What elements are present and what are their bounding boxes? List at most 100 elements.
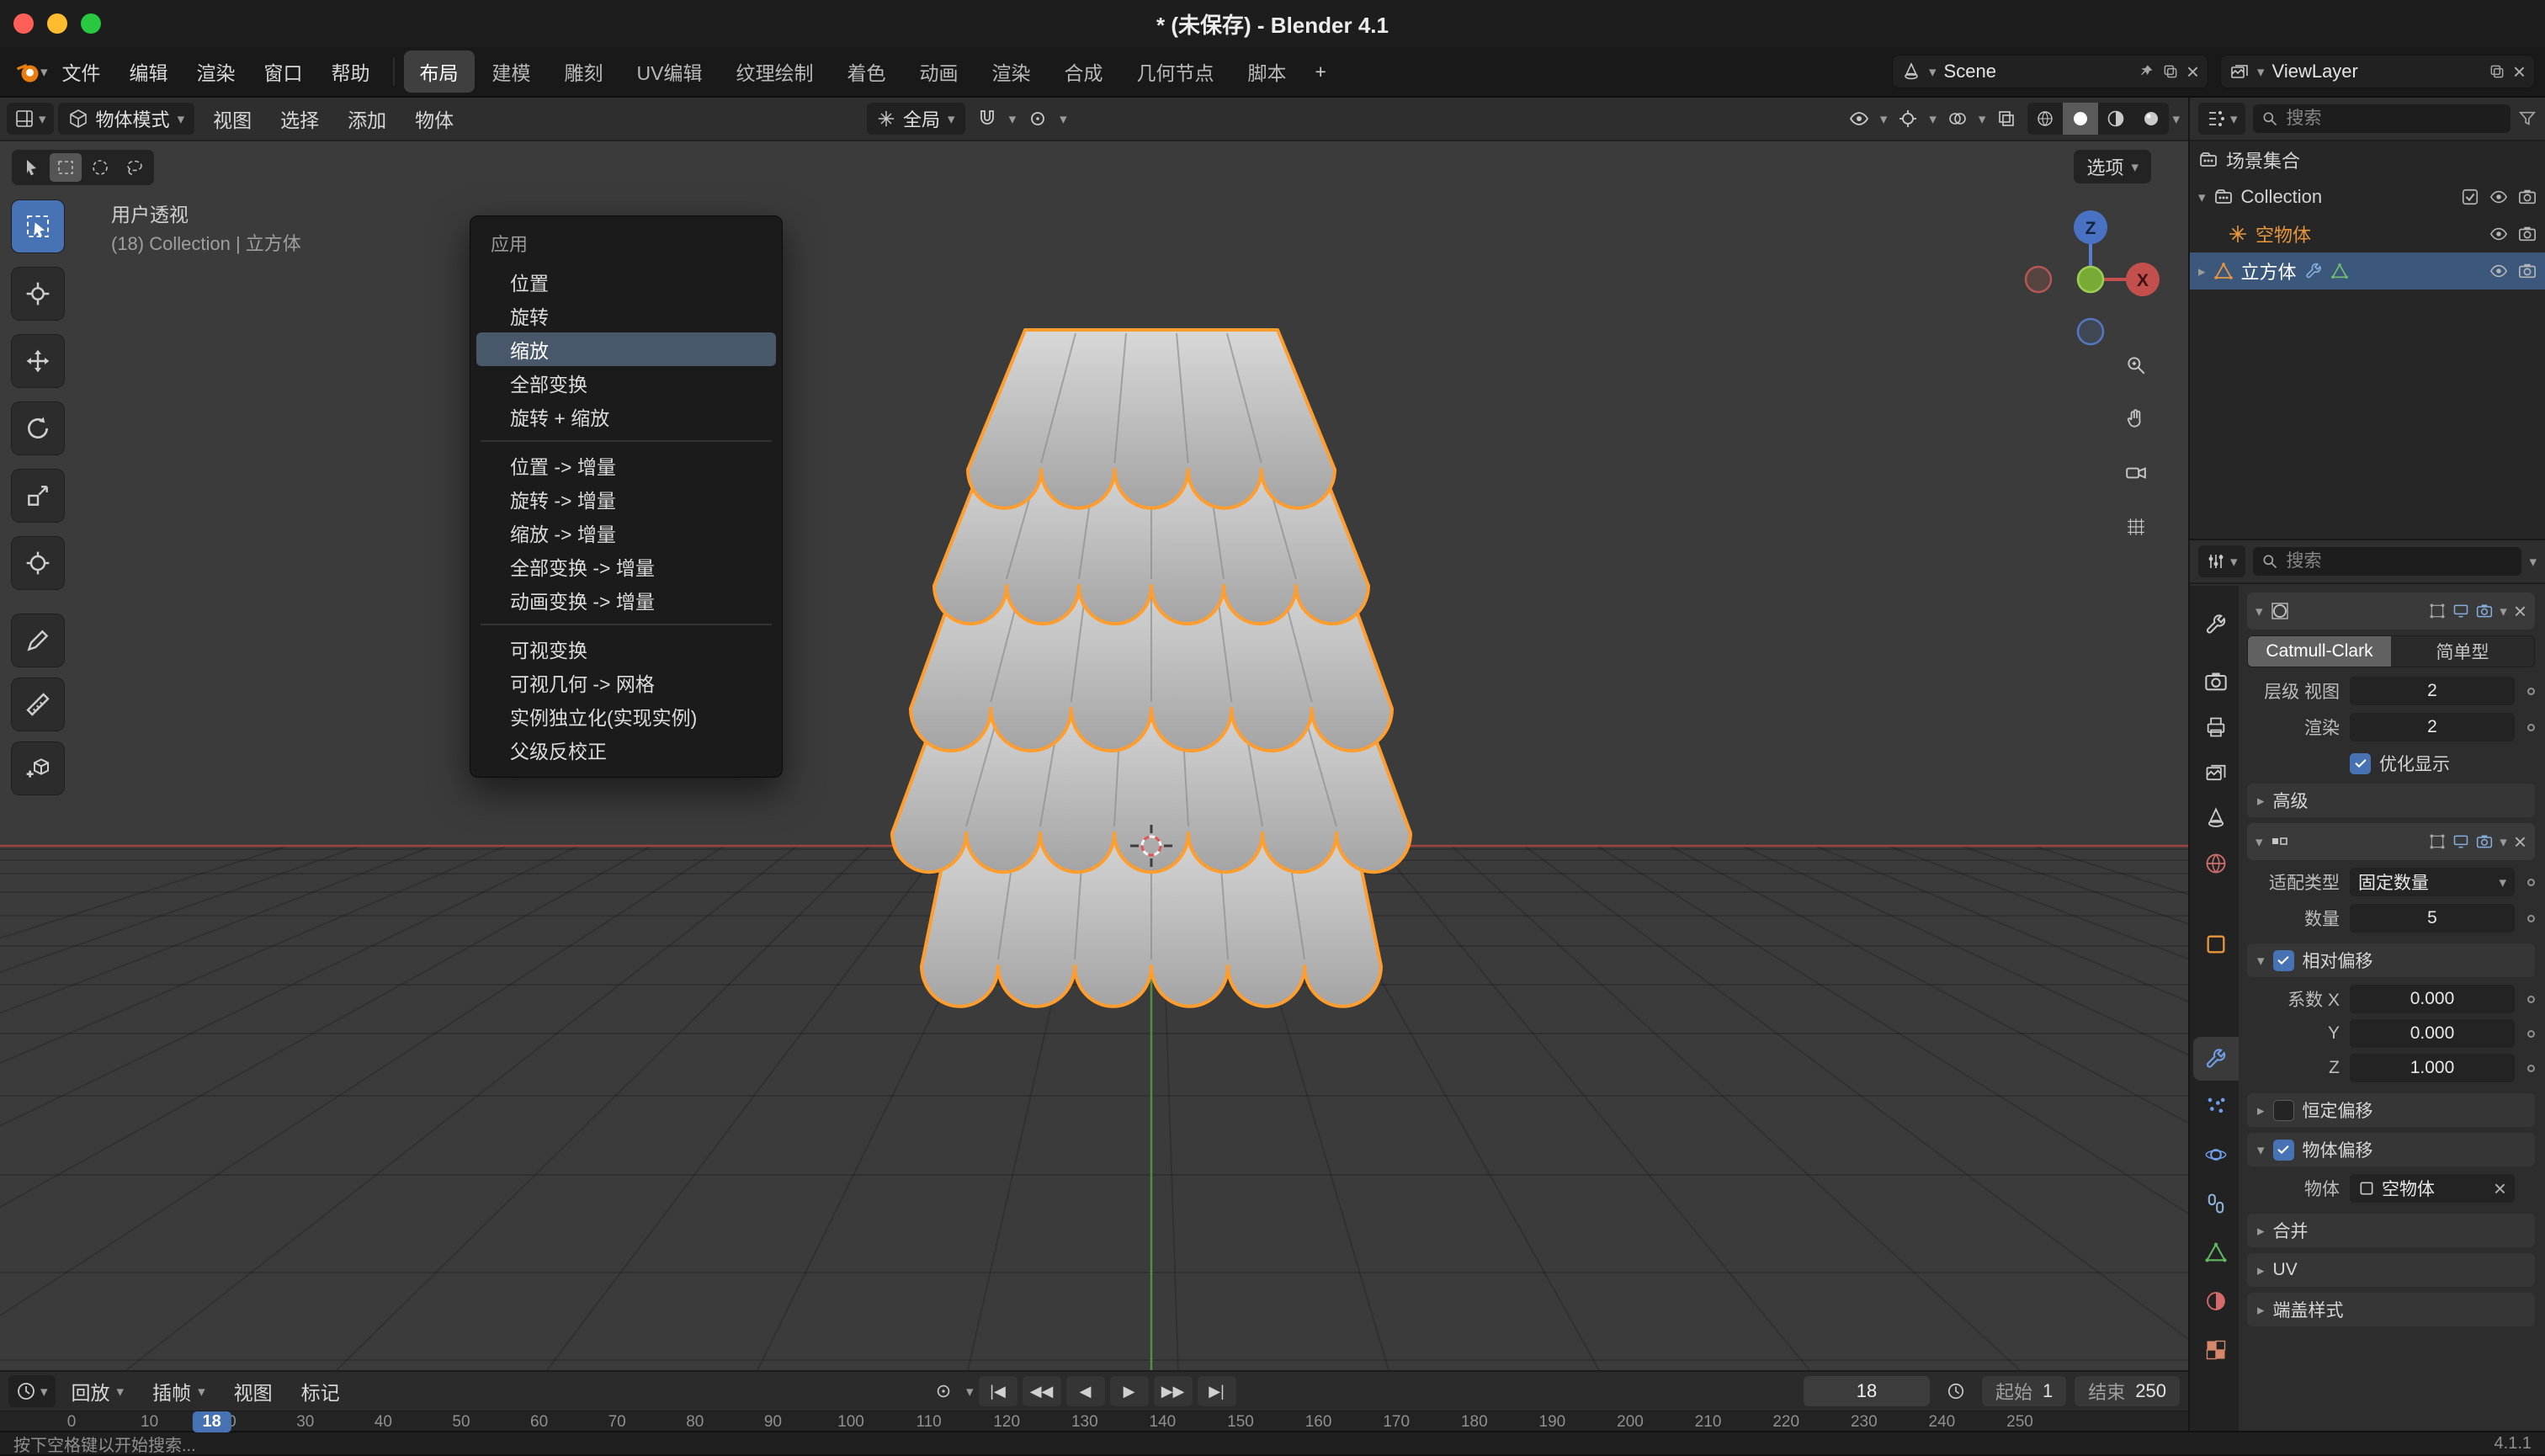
menubar-menu[interactable]: 帮助	[317, 57, 385, 86]
workspace-tab[interactable]: 建模	[476, 50, 547, 93]
properties-tab-render[interactable]	[2193, 660, 2239, 704]
disable-render-icon[interactable]	[2518, 188, 2537, 206]
modifier-extras-chevron[interactable]: ▾	[2500, 604, 2507, 619]
snap-options-chevron[interactable]: ▾	[1009, 112, 1017, 126]
blender-logo-icon[interactable]	[15, 59, 40, 84]
apply-menu-item[interactable]: 位置	[476, 265, 776, 299]
keyframe-dot[interactable]	[2515, 915, 2535, 922]
caps-subpanel[interactable]: ▸ 端盖样式	[2247, 1293, 2535, 1326]
factor-y-field[interactable]: 0.000	[2350, 1019, 2515, 1048]
uv-subpanel[interactable]: ▸ UV	[2247, 1253, 2535, 1287]
menubar-menu[interactable]: 渲染	[183, 57, 250, 86]
jump-to-start-button[interactable]: |◀	[979, 1376, 1017, 1406]
shading-wireframe-button[interactable]	[2027, 103, 2063, 135]
apply-menu-item[interactable]: 父级反校正	[476, 733, 776, 767]
apply-menu-item[interactable]: 缩放	[476, 332, 776, 366]
hide-viewport-icon[interactable]	[2489, 188, 2508, 206]
auto-keyframe-toggle[interactable]	[926, 1375, 961, 1407]
tool-move[interactable]	[12, 335, 64, 387]
properties-tab-data[interactable]	[2193, 1230, 2239, 1274]
properties-editor-type-button[interactable]: ▾	[2198, 545, 2245, 577]
levels-viewport-field[interactable]: 2	[2350, 677, 2515, 705]
apply-menu-item[interactable]: 可视变换	[476, 632, 776, 666]
orientation-select[interactable]: 全局 ▾	[867, 103, 965, 135]
workspace-tab[interactable]: UV编辑	[621, 50, 719, 93]
properties-tab-modifiers[interactable]	[2193, 1037, 2239, 1081]
keyframe-dot[interactable]	[2515, 688, 2535, 695]
render-toggle-icon[interactable]	[2476, 603, 2493, 619]
keying-chevron[interactable]: ▾	[966, 1384, 974, 1399]
panel-expand-chevron[interactable]: ▾	[2255, 835, 2263, 849]
workspace-tab[interactable]: 布局	[404, 50, 475, 93]
outliner-search[interactable]	[2253, 104, 2510, 133]
apply-menu-item[interactable]: 全部变换	[476, 366, 776, 400]
keyframe-dot[interactable]	[2515, 1030, 2535, 1038]
simple-button[interactable]: 简单型	[2391, 636, 2534, 667]
tool-annotate[interactable]	[12, 614, 64, 667]
play-button[interactable]: ▶	[1110, 1376, 1149, 1406]
properties-tab-world[interactable]	[2193, 842, 2239, 885]
constant-offset-subpanel[interactable]: ▸ 恒定偏移	[2247, 1093, 2535, 1127]
show-gizmos-toggle[interactable]	[1890, 103, 1926, 135]
render-toggle-icon[interactable]	[2476, 833, 2493, 850]
shading-chevron[interactable]: ▾	[2172, 112, 2180, 126]
shading-solid-button[interactable]	[2063, 103, 2098, 135]
properties-tab-output[interactable]	[2193, 705, 2239, 749]
apply-menu-item[interactable]: 全部变换 -> 增量	[476, 550, 776, 583]
timeline-menu[interactable]: 回放▾	[57, 1377, 139, 1406]
properties-search-input[interactable]	[2285, 550, 2514, 572]
scene-name[interactable]: Scene	[1944, 61, 2130, 82]
navigation-gizmo[interactable]: Z X	[2016, 202, 2165, 350]
expand-chevron[interactable]: ▾	[2198, 190, 2206, 205]
shading-rendered-button[interactable]	[2133, 103, 2169, 135]
properties-tab-material[interactable]	[2193, 1279, 2239, 1323]
viewport-menu[interactable]: 物体	[401, 104, 468, 133]
apply-menu-item[interactable]: 缩放 -> 增量	[476, 516, 776, 550]
apply-menu-item[interactable]: 旋转 + 缩放	[476, 400, 776, 433]
subsurf-modifier-header[interactable]: ▾ ▾ ×	[2247, 592, 2535, 630]
pan-view-button[interactable]	[2117, 401, 2154, 438]
menubar-menu[interactable]: 窗口	[250, 57, 317, 86]
select-mode-lasso[interactable]	[119, 153, 151, 182]
options-button[interactable]: 选项 ▾	[2074, 150, 2151, 183]
frame-end-field[interactable]: 结束 250	[2075, 1376, 2180, 1406]
realtime-toggle-icon[interactable]	[2452, 833, 2469, 850]
array-modifier-header[interactable]: ▾ ▾ ×	[2247, 823, 2535, 860]
show-overlays-toggle[interactable]	[1940, 103, 1975, 135]
jump-to-end-button[interactable]: ▶|	[1198, 1376, 1236, 1406]
disable-render-icon[interactable]	[2518, 225, 2537, 243]
properties-tab-scene[interactable]	[2193, 796, 2239, 840]
properties-tab-particles[interactable]	[2193, 1084, 2239, 1128]
frame-start-field[interactable]: 起始 1	[1982, 1376, 2066, 1406]
timeline-menu[interactable]: 标记	[287, 1377, 354, 1406]
camera-view-button[interactable]	[2117, 454, 2154, 492]
modifier-badge-icon[interactable]	[2304, 262, 2323, 280]
relative-offset-checkbox[interactable]	[2273, 950, 2294, 971]
proportional-editing-toggle[interactable]	[1020, 103, 1055, 135]
keyframe-dot[interactable]	[2515, 1065, 2535, 1072]
remove-viewlayer-button[interactable]: ×	[2513, 61, 2526, 82]
filter-icon[interactable]	[2518, 109, 2537, 128]
play-reverse-button[interactable]: ◀	[1066, 1376, 1105, 1406]
app-menu-chevron[interactable]: ▾	[40, 65, 48, 79]
add-workspace-button[interactable]: +	[1304, 54, 1337, 90]
new-scene-icon[interactable]	[2162, 63, 2179, 80]
workspace-tab[interactable]: 几何节点	[1121, 50, 1230, 93]
properties-tab-object[interactable]	[2193, 922, 2239, 966]
hide-viewport-icon[interactable]	[2489, 225, 2508, 243]
apply-menu-item[interactable]: 旋转 -> 增量	[476, 482, 776, 516]
keyframe-dot[interactable]	[2515, 879, 2535, 886]
exclude-checkbox-icon[interactable]	[2461, 188, 2479, 206]
tool-scale[interactable]	[12, 470, 64, 522]
advanced-subpanel[interactable]: ▸ 高级	[2247, 784, 2535, 817]
menubar-menu[interactable]: 文件	[48, 57, 115, 86]
gizmo-minus-z-axis[interactable]	[2078, 319, 2103, 344]
panel-expand-chevron[interactable]: ▾	[2255, 604, 2263, 619]
gizmo-y-axis[interactable]	[2078, 267, 2103, 292]
modifier-extras-chevron[interactable]: ▾	[2500, 835, 2507, 849]
selected-tree-object[interactable]	[892, 330, 1411, 1007]
clear-object-button[interactable]: ×	[2494, 1177, 2506, 1199]
outliner-row-empty[interactable]: 空物体	[2190, 215, 2545, 252]
tool-transform[interactable]	[12, 537, 64, 589]
catmull-clark-button[interactable]: Catmull-Clark	[2248, 636, 2391, 667]
